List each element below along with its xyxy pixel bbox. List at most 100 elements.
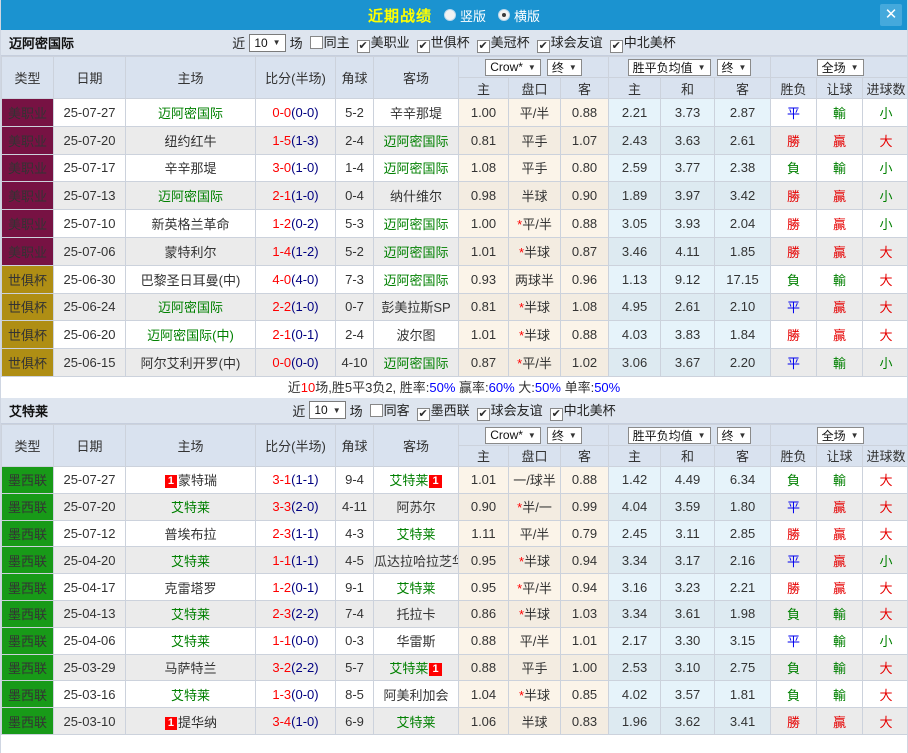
home-team-name[interactable]: 艾特莱 [171, 688, 210, 703]
home-team-cell: 艾特莱 [126, 681, 256, 708]
filter-checkbox[interactable]: ✔ [357, 40, 370, 53]
wdl-mean-value: 3.46 [609, 237, 661, 265]
header-dropdown[interactable]: 胜平负均值▼ [628, 59, 711, 76]
corners-cell: 5-2 [336, 237, 374, 265]
goals-result: 小 [863, 210, 908, 238]
header-dropdown[interactable]: 终▼ [717, 427, 752, 444]
home-team-name[interactable]: 迈阿密国际 [158, 300, 223, 315]
away-team-cell: 纳什维尔 [374, 182, 459, 210]
home-team-name[interactable]: 巴黎圣日耳曼(中) [141, 273, 241, 288]
away-team-name[interactable]: 托拉卡 [396, 607, 435, 622]
header-dropdown[interactable]: 终▼ [547, 59, 582, 76]
handicap-odds: 1.06 [459, 708, 509, 735]
header-dropdown[interactable]: 终▼ [717, 59, 752, 76]
fulltime-score: 4-0 [272, 272, 291, 287]
away-team-name[interactable]: 艾特莱 [389, 661, 428, 676]
away-team-name[interactable]: 阿美利加会 [383, 688, 448, 703]
goals-result: 小 [863, 182, 908, 210]
away-team-name[interactable]: 瓜达拉哈拉芝华士 [374, 554, 459, 569]
handicap-result: 贏 [817, 574, 863, 601]
match-count-select[interactable]: 10▼ [309, 401, 345, 419]
home-team-name[interactable]: 艾特莱 [171, 554, 210, 569]
chevron-down-icon: ▼ [698, 63, 706, 72]
win-lose-result: 負 [771, 265, 817, 293]
league-type-badge: 美职业 [2, 210, 54, 238]
home-team-name[interactable]: 辛辛那堤 [164, 161, 216, 176]
away-team-name[interactable]: 艾特莱 [396, 527, 435, 542]
win-lose-result: 負 [771, 681, 817, 708]
handicap-line: 半球 [509, 182, 561, 210]
home-team-name[interactable]: 阿尔艾利开罗(中) [141, 356, 241, 371]
home-team-name[interactable]: 蒙特利尔 [164, 245, 216, 260]
away-team-name[interactable]: 迈阿密国际 [383, 217, 448, 232]
home-team-name[interactable]: 克雷塔罗 [164, 581, 216, 596]
header-dropdown-label: 终 [552, 59, 564, 76]
home-team-cell: 1蒙特瑞 [126, 466, 256, 493]
chevron-down-icon: ▼ [851, 431, 859, 440]
handicap-odds: 1.01 [561, 627, 609, 654]
header-dropdown[interactable]: 终▼ [547, 427, 582, 444]
filter-checkbox[interactable]: ✔ [477, 40, 490, 53]
home-team-name[interactable]: 普埃布拉 [164, 527, 216, 542]
away-team-name[interactable]: 迈阿密国际 [383, 273, 448, 288]
handicap-result: 贏 [817, 493, 863, 520]
win-lose-result: 勝 [771, 237, 817, 265]
away-team-name[interactable]: 迈阿密国际 [383, 161, 448, 176]
away-team-cell: 迈阿密国际 [374, 126, 459, 154]
halftime-score: (0-0) [291, 633, 318, 648]
home-team-name[interactable]: 迈阿密国际 [158, 189, 223, 204]
layout-radio-group: 竖版 横版 [432, 6, 540, 25]
away-team-name[interactable]: 阿苏尔 [396, 500, 435, 515]
away-team-name[interactable]: 彭美拉斯SP [381, 300, 450, 315]
home-team-name[interactable]: 马萨特兰 [164, 661, 216, 676]
away-team-name[interactable]: 迈阿密国际 [383, 356, 448, 371]
away-team-name[interactable]: 艾特莱 [396, 581, 435, 596]
home-team-cell: 克雷塔罗 [126, 574, 256, 601]
filter-checkbox[interactable]: ✔ [417, 40, 430, 53]
away-team-name[interactable]: 波尔图 [396, 328, 435, 343]
filter-checkbox[interactable] [370, 404, 383, 417]
filter-checkbox[interactable]: ✔ [537, 40, 550, 53]
home-team-name[interactable]: 蒙特瑞 [178, 473, 217, 488]
summary-segment: 50% [594, 380, 620, 395]
header-dropdown[interactable]: 胜平负均值▼ [628, 427, 711, 444]
wdl-mean-value: 4.49 [661, 466, 715, 493]
home-team-name[interactable]: 艾特莱 [171, 500, 210, 515]
column-header: 日期 [54, 57, 126, 99]
home-team-name[interactable]: 纽约红牛 [164, 134, 216, 149]
header-dropdown[interactable]: 全场 ▼ [817, 427, 864, 444]
header-dropdown[interactable]: 全场▼ [817, 59, 864, 76]
home-team-name[interactable]: 艾特莱 [171, 607, 210, 622]
filter-checkbox[interactable]: ✔ [550, 408, 563, 421]
filter-checkbox[interactable] [310, 36, 323, 49]
away-team-name[interactable]: 华雷斯 [396, 634, 435, 649]
header-dropdown[interactable]: Crow*▼ [485, 59, 541, 76]
score-cell: 3-1(1-1) [256, 466, 336, 493]
home-team-name[interactable]: 迈阿密国际(中) [147, 328, 234, 343]
match-count-select[interactable]: 10▼ [249, 34, 285, 52]
home-team-name[interactable]: 提华纳 [178, 715, 217, 730]
away-team-name[interactable]: 艾特莱 [396, 715, 435, 730]
header-dropdown[interactable]: Crow*▼ [485, 427, 541, 444]
away-team-name[interactable]: 艾特莱 [389, 473, 428, 488]
home-team-name[interactable]: 迈阿密国际 [158, 106, 223, 121]
away-team-name[interactable]: 迈阿密国际 [383, 245, 448, 260]
league-type-badge: 墨西联 [2, 654, 54, 681]
away-team-name[interactable]: 纳什维尔 [390, 189, 442, 204]
league-checkbox-list: 同主✔美职业✔世俱杯✔美冠杯✔球会友谊✔中北美杯 [303, 32, 676, 53]
wdl-mean-value: 2.21 [715, 574, 771, 601]
vertical-layout-radio[interactable] [444, 9, 456, 21]
close-icon[interactable]: ✕ [880, 4, 902, 26]
away-team-name[interactable]: 迈阿密国际 [383, 134, 448, 149]
home-team-name[interactable]: 新英格兰革命 [151, 217, 229, 232]
filter-checkbox[interactable]: ✔ [417, 408, 430, 421]
horizontal-layout-radio[interactable] [498, 9, 510, 21]
match-date: 25-07-20 [54, 126, 126, 154]
column-header: 客场 [374, 57, 459, 99]
filter-checkbox[interactable]: ✔ [610, 40, 623, 53]
filter-checkbox-label: 同客 [384, 403, 410, 418]
header-dropdown-label: 全场 [822, 427, 846, 444]
away-team-name[interactable]: 辛辛那堤 [390, 106, 442, 121]
filter-checkbox[interactable]: ✔ [477, 408, 490, 421]
home-team-name[interactable]: 艾特莱 [171, 634, 210, 649]
